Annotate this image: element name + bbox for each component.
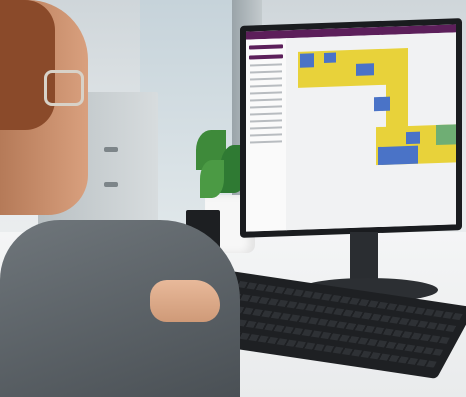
floor-plan-map <box>286 32 456 231</box>
plant-leaf <box>200 160 224 198</box>
floor-room <box>378 145 418 166</box>
person-hair <box>0 0 55 130</box>
sidebar-button <box>249 44 283 50</box>
sidebar-row <box>250 126 282 130</box>
floor-room <box>300 53 314 68</box>
sidebar-button <box>249 54 283 60</box>
sidebar-row <box>250 77 282 81</box>
app-sidebar <box>246 38 287 232</box>
monitor-stand <box>350 232 378 284</box>
sidebar-row <box>250 119 282 123</box>
sidebar-row <box>250 112 282 116</box>
cabinet-handle-bottom <box>104 182 118 187</box>
sidebar-row <box>250 133 282 137</box>
sidebar-row <box>250 63 282 67</box>
person-head <box>0 0 88 215</box>
sidebar-row <box>250 105 282 109</box>
sidebar-row <box>250 84 282 88</box>
person-hand <box>150 280 220 322</box>
floor-room <box>374 96 390 112</box>
office-scene <box>0 0 466 397</box>
floor-room <box>406 131 420 145</box>
cabinet-handle-top <box>104 147 118 152</box>
sidebar-row <box>250 98 282 102</box>
sidebar-row <box>250 140 282 144</box>
sidebar-row <box>250 70 282 74</box>
monitor-screen <box>246 24 456 232</box>
monitor-icon <box>240 18 462 238</box>
floor-room <box>436 124 456 146</box>
floor-room <box>324 52 336 63</box>
floor-room <box>356 63 374 76</box>
glasses <box>44 70 84 106</box>
sidebar-row <box>250 91 282 95</box>
